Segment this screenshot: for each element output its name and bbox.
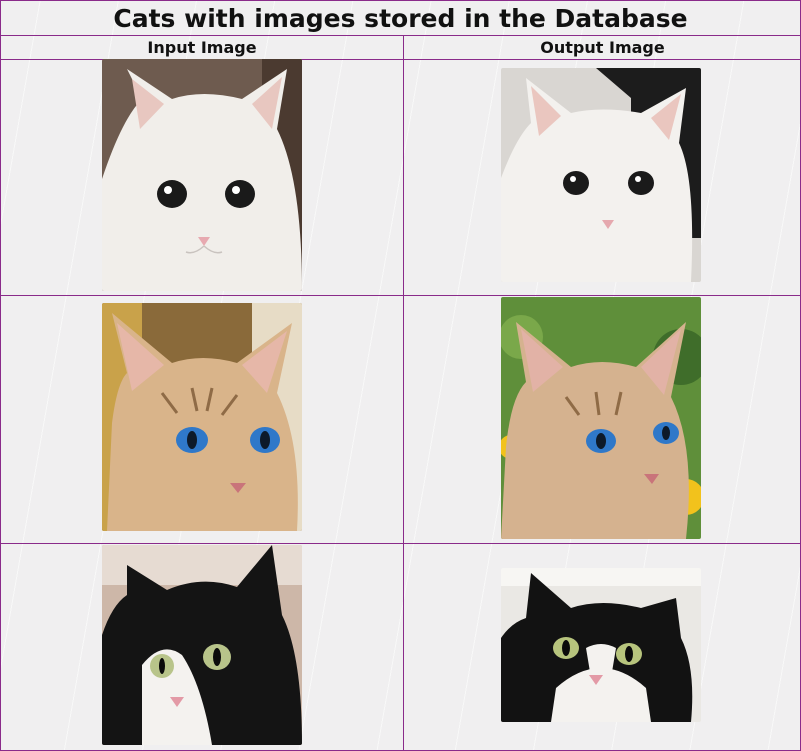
row-divider [1,543,800,544]
column-header-input: Input Image [147,37,257,57]
input-image-white-cat [102,59,302,291]
column-divider [403,35,404,751]
output-image-white-cat [501,68,701,282]
page-title: Cats with images stored in the Database [1,1,800,36]
table-header: Input Image Output Image [1,35,800,60]
column-header-output: Output Image [403,35,801,59]
output-image-tabby-cat [501,297,701,539]
output-image-tuxedo-cat [501,568,701,722]
cats-table: Cats with images stored in the Database … [0,0,801,751]
row-divider [1,295,800,296]
input-image-tabby-cat [102,303,302,531]
input-image-tuxedo-cat [102,545,302,745]
